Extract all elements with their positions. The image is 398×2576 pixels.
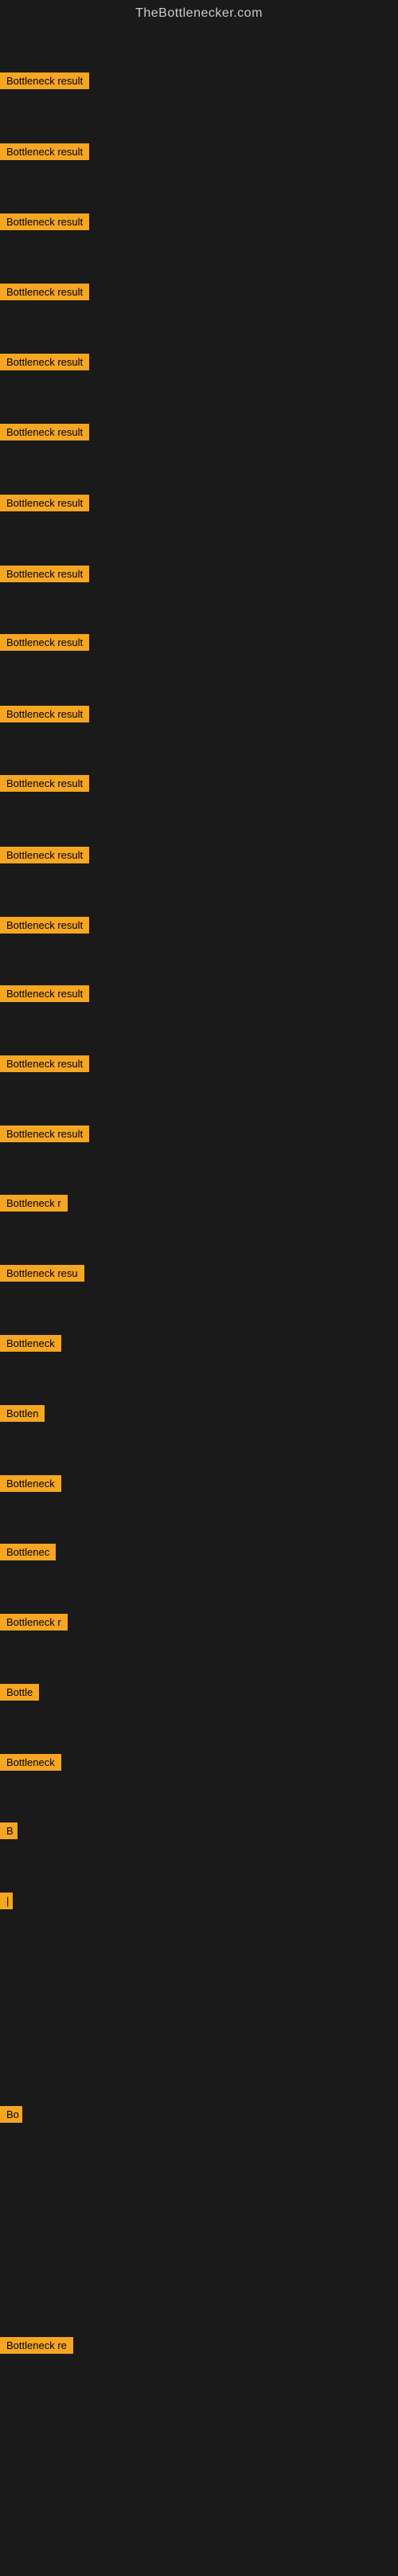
bottleneck-item: Bottleneck result (0, 1126, 89, 1146)
bottleneck-badge[interactable]: Bottleneck result (0, 917, 89, 934)
bottleneck-item: Bottleneck result (0, 213, 89, 234)
bottleneck-badge[interactable]: Bottleneck (0, 1335, 61, 1352)
bottleneck-item: Bottleneck r (0, 1195, 68, 1216)
bottleneck-item: Bottleneck result (0, 354, 89, 374)
bottleneck-badge[interactable]: Bottleneck result (0, 354, 89, 370)
bottleneck-item: Bottleneck re (0, 2337, 73, 2358)
bottleneck-badge[interactable]: Bottlenec (0, 1544, 56, 1560)
bottleneck-badge[interactable]: Bottleneck re (0, 2337, 73, 2354)
bottleneck-item: B (0, 1822, 18, 1843)
bottleneck-badge[interactable]: Bottlen (0, 1405, 45, 1422)
bottleneck-badge[interactable]: Bo (0, 2106, 22, 2123)
bottleneck-item: Bottleneck (0, 1335, 61, 1356)
bottleneck-badge[interactable]: Bottleneck result (0, 985, 89, 1002)
bottleneck-item: Bottleneck r (0, 1614, 68, 1634)
bottleneck-badge[interactable]: B (0, 1822, 18, 1839)
bottleneck-item: Bottleneck result (0, 495, 89, 515)
bottleneck-item: Bottleneck result (0, 284, 89, 304)
bottleneck-badge[interactable]: Bottleneck r (0, 1195, 68, 1212)
bottleneck-list: Bottleneck result Bottleneck result Bottle… (0, 27, 398, 2576)
bottleneck-badge[interactable]: Bottleneck result (0, 706, 89, 722)
bottleneck-badge[interactable]: Bottleneck result (0, 775, 89, 792)
bottleneck-item: Bottleneck result (0, 985, 89, 1006)
bottleneck-item: Bottleneck result (0, 72, 89, 93)
bottleneck-badge[interactable]: Bottleneck result (0, 424, 89, 440)
bottleneck-badge[interactable]: Bottleneck result (0, 143, 89, 160)
bottleneck-badge[interactable]: Bottleneck result (0, 495, 89, 511)
bottleneck-item: Bottleneck result (0, 917, 89, 938)
site-header: TheBottlenecker.com (0, 0, 398, 27)
bottleneck-badge[interactable]: Bottleneck (0, 1754, 61, 1771)
bottleneck-item: Bottleneck result (0, 847, 89, 867)
bottleneck-badge[interactable]: Bottleneck result (0, 634, 89, 651)
bottleneck-item: Bottleneck result (0, 706, 89, 726)
bottleneck-badge[interactable]: Bottleneck r (0, 1614, 68, 1631)
bottleneck-item: Bottlenec (0, 1544, 56, 1564)
bottleneck-badge[interactable]: Bottleneck result (0, 213, 89, 230)
bottleneck-badge[interactable]: | (0, 1893, 13, 1909)
bottleneck-item: Bo (0, 2106, 22, 2127)
bottleneck-item: Bottleneck result (0, 424, 89, 444)
bottleneck-badge[interactable]: Bottleneck (0, 1475, 61, 1492)
bottleneck-item: | (0, 1893, 13, 1913)
bottleneck-item: Bottleneck resu (0, 1265, 84, 1286)
bottleneck-badge[interactable]: Bottleneck result (0, 72, 89, 89)
bottleneck-badge[interactable]: Bottleneck result (0, 847, 89, 863)
site-title: TheBottlenecker.com (0, 0, 398, 27)
bottleneck-badge[interactable]: Bottle (0, 1684, 39, 1701)
bottleneck-item: Bottleneck (0, 1475, 61, 1496)
bottleneck-item: Bottleneck result (0, 143, 89, 164)
bottleneck-item: Bottlen (0, 1405, 45, 1426)
bottleneck-badge[interactable]: Bottleneck result (0, 566, 89, 582)
bottleneck-item: Bottleneck result (0, 566, 89, 586)
bottleneck-item: Bottle (0, 1684, 39, 1705)
bottleneck-item: Bottleneck result (0, 634, 89, 655)
bottleneck-badge[interactable]: Bottleneck result (0, 1055, 89, 1072)
bottleneck-item: Bottleneck (0, 1754, 61, 1775)
bottleneck-badge[interactable]: Bottleneck result (0, 1126, 89, 1142)
bottleneck-badge[interactable]: Bottleneck result (0, 284, 89, 300)
bottleneck-item: Bottleneck result (0, 775, 89, 796)
bottleneck-item: Bottleneck result (0, 1055, 89, 1076)
bottleneck-badge[interactable]: Bottleneck resu (0, 1265, 84, 1282)
